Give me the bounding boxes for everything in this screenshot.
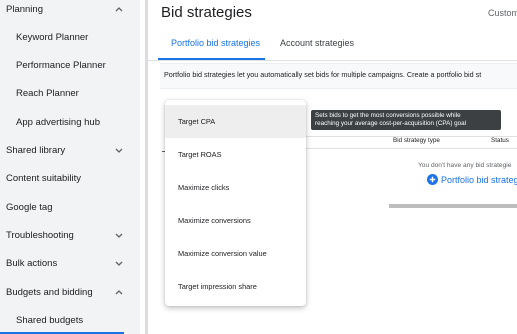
chevron-up-icon xyxy=(114,287,124,297)
tooltip: Sets bids to get the most conversions po… xyxy=(311,110,501,130)
menu-item-target-roas[interactable]: Target ROAS xyxy=(165,138,306,171)
horizontal-scrollbar[interactable] xyxy=(389,204,517,208)
tab-portfolio-bid-strategies[interactable]: Portfolio bid strategies xyxy=(171,38,260,48)
sidebar-item-planning[interactable]: Planning xyxy=(0,0,140,23)
page-title: Bid strategies xyxy=(161,4,252,21)
sidebar-item-shared-library[interactable]: Shared library xyxy=(0,136,140,164)
add-circle-icon xyxy=(427,174,438,185)
chevron-up-icon xyxy=(114,4,124,14)
sidebar-item-label: Keyword Planner xyxy=(16,31,89,43)
chevron-down-icon xyxy=(114,145,124,155)
sidebar-item-label: Planning xyxy=(6,3,43,15)
menu-item-maximize-conversion-value[interactable]: Maximize conversion value xyxy=(165,237,306,270)
sidebar: Planning Keyword Planner Performance Pla… xyxy=(0,0,140,334)
sidebar-item-shared-budgets[interactable]: Shared budgets xyxy=(0,306,140,334)
sidebar-item-label: App advertising hub xyxy=(16,116,100,128)
sidebar-item-label: Budgets and bidding xyxy=(6,286,93,298)
sidebar-item-label: Shared library xyxy=(6,144,66,156)
chevron-down-icon xyxy=(114,230,124,240)
sidebar-item-performance-planner[interactable]: Performance Planner xyxy=(0,51,140,79)
sidebar-item-reach-planner[interactable]: Reach Planner xyxy=(0,79,140,107)
tooltip-line-2: reaching your average cost-per-acquisiti… xyxy=(315,120,467,127)
tabs-divider xyxy=(148,60,517,61)
tooltip-line-1: Sets bids to get the most conversions po… xyxy=(315,112,461,119)
sidebar-item-bulk-actions[interactable]: Bulk actions xyxy=(0,249,140,277)
sidebar-item-budgets-and-bidding[interactable]: Budgets and bidding xyxy=(0,278,140,306)
menu-item-target-impression-share[interactable]: Target impression share xyxy=(165,270,306,303)
sidebar-item-app-advertising-hub[interactable]: App advertising hub xyxy=(0,108,140,136)
sidebar-item-label: Shared budgets xyxy=(16,314,84,326)
bid-strategy-type-menu: Target CPA Target ROAS Maximize clicks M… xyxy=(165,100,306,306)
menu-item-maximize-clicks[interactable]: Maximize clicks xyxy=(165,171,306,204)
chevron-down-icon xyxy=(114,258,124,268)
column-header-status[interactable]: Status xyxy=(491,137,509,144)
empty-state-text: You don't have any bid strategie xyxy=(418,162,512,169)
sidebar-item-label: Content suitability xyxy=(6,172,81,184)
info-banner-text: Portfolio bid strategies let you automat… xyxy=(164,70,482,79)
tab-account-strategies[interactable]: Account strategies xyxy=(280,38,354,48)
sidebar-item-google-tag[interactable]: Google tag xyxy=(0,193,140,221)
sidebar-item-content-suitability[interactable]: Content suitability xyxy=(0,164,140,192)
add-link-label: Portfolio bid strateg xyxy=(441,174,517,185)
sidebar-item-label: Performance Planner xyxy=(16,59,106,71)
sidebar-item-troubleshooting[interactable]: Troubleshooting xyxy=(0,221,140,249)
sidebar-item-label: Bulk actions xyxy=(6,257,58,269)
menu-item-maximize-conversions[interactable]: Maximize conversions xyxy=(165,204,306,237)
sidebar-item-label: Reach Planner xyxy=(16,87,79,99)
sidebar-item-label: Troubleshooting xyxy=(6,229,74,241)
add-portfolio-bid-strategy-link[interactable]: Portfolio bid strateg xyxy=(427,174,517,185)
menu-item-target-cpa[interactable]: Target CPA xyxy=(165,105,306,138)
sidebar-item-keyword-planner[interactable]: Keyword Planner xyxy=(0,23,140,51)
custom-columns-link[interactable]: Custom xyxy=(488,8,517,18)
column-header-bid-strategy-type[interactable]: Bid strategy type xyxy=(393,137,440,144)
sidebar-item-label: Google tag xyxy=(6,201,53,213)
